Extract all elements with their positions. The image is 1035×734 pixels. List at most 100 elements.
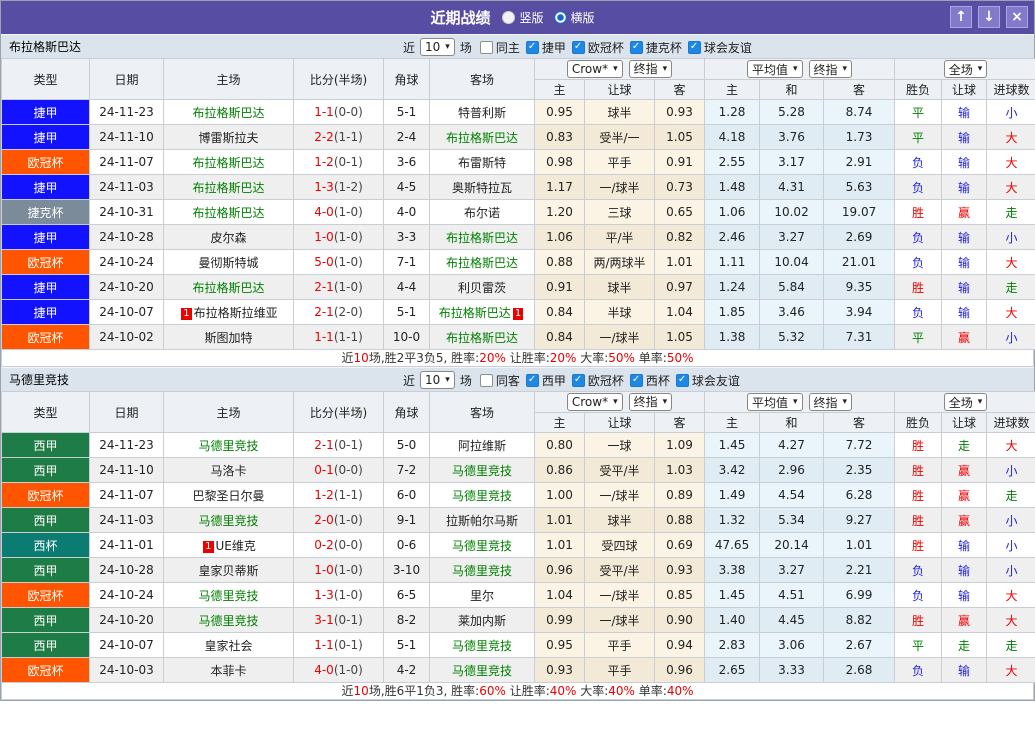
home-team-name[interactable]: 本菲卡 — [210, 664, 246, 678]
halftime-score: (1-0) — [333, 205, 363, 219]
home-team-name[interactable]: 马德里竞技 — [198, 589, 258, 603]
bookmaker-select[interactable]: Crow* ▾ — [566, 60, 623, 79]
handicap-home-odds: 0.95 — [534, 99, 585, 125]
handicap-home-odds: 0.84 — [534, 299, 585, 325]
away-team-name[interactable]: 布尔诺 — [464, 206, 500, 220]
home-team-name[interactable]: 曼彻斯特城 — [198, 256, 258, 270]
match-row: 西甲 24-11-03 马德里竞技 2-0(1-0) 9-1 拉斯帕尔马斯 1.01 球半 0.… — [1, 507, 1035, 533]
away-team-name[interactable]: 马德里竞技 — [452, 464, 512, 478]
result-outcome: 胜 — [894, 432, 943, 458]
home-team-name[interactable]: 布拉格斯拉维亚 — [194, 306, 278, 320]
handicap-home-odds: 0.99 — [534, 607, 585, 633]
away-team-name[interactable]: 里尔 — [470, 589, 494, 603]
period-select[interactable]: 全场 ▾ — [943, 60, 988, 78]
league-filter-checkbox[interactable] — [571, 373, 585, 387]
league-filter-label: 欧冠杯 — [587, 40, 624, 55]
result-outcome: 胜 — [894, 274, 943, 300]
match-row: 欧冠杯 24-11-07 巴黎圣日尔曼 1-2(1-1) 6-0 马德里竞技 1.00 一/球… — [1, 482, 1035, 508]
result-outcome: 胜 — [894, 482, 943, 508]
fulltime-score: 2-1 — [314, 305, 334, 319]
euro-odds-type-select[interactable]: 终指 ▾ — [808, 393, 853, 411]
period-select[interactable]: 全场 ▾ — [943, 393, 988, 411]
away-team-name[interactable]: 布拉格斯巴达 — [446, 131, 518, 145]
league-filter-checkbox[interactable] — [629, 40, 643, 54]
same-venue-checkbox[interactable] — [479, 373, 493, 387]
home-team-name[interactable]: 皇家贝蒂斯 — [198, 564, 258, 578]
euro-odds-type-select[interactable]: 终指 ▾ — [808, 60, 853, 78]
euro-odds-source-select[interactable]: 平均值 ▾ — [746, 393, 803, 411]
home-team-name[interactable]: 博雷斯拉夫 — [198, 131, 258, 145]
fulltime-score: 4-0 — [314, 663, 334, 677]
euro-home-odds: 1.06 — [704, 199, 761, 225]
home-team-name[interactable]: 布拉格斯巴达 — [192, 206, 264, 220]
corner-count: 5-1 — [383, 99, 430, 125]
fulltime-score: 1-3 — [314, 588, 334, 602]
home-team-name[interactable]: 布拉格斯巴达 — [192, 106, 264, 120]
halftime-score: (1-2) — [333, 180, 363, 194]
league-filter-checkbox[interactable] — [687, 40, 701, 54]
euro-home-odds: 1.11 — [704, 249, 761, 275]
handicap-odds-type-select[interactable]: 终指 ▾ — [628, 59, 673, 78]
away-team-name[interactable]: 利贝雷茨 — [458, 281, 506, 295]
away-team-name[interactable]: 布拉格斯巴达 — [446, 231, 518, 245]
away-team-name[interactable]: 马德里竞技 — [452, 639, 512, 653]
away-team-name[interactable]: 布拉格斯巴达 — [439, 306, 511, 320]
home-team-name[interactable]: 布拉格斯巴达 — [192, 281, 264, 295]
euro-draw-odds: 5.84 — [759, 274, 825, 300]
home-team-name[interactable]: 马德里竞技 — [198, 439, 258, 453]
home-team-name[interactable]: 布拉格斯巴达 — [192, 181, 264, 195]
home-team-name[interactable]: 皇家社会 — [204, 639, 252, 653]
layout-radio-selected[interactable]: 横版 — [553, 9, 595, 26]
away-team-cell: 马德里竞技 — [429, 532, 535, 558]
away-team-name[interactable]: 马德里竞技 — [452, 564, 512, 578]
euro-odds-source-select[interactable]: 平均值 ▾ — [746, 60, 803, 78]
corner-count: 4-4 — [383, 274, 430, 300]
league-filter-checkbox[interactable] — [525, 373, 539, 387]
home-team-name[interactable]: 布拉格斯巴达 — [192, 156, 264, 170]
away-team-name[interactable]: 布雷斯特 — [458, 156, 506, 170]
summary-segment: 50% — [608, 351, 635, 365]
match-count-select[interactable]: 10 ▾ — [420, 38, 455, 56]
match-date: 24-10-20 — [89, 274, 164, 300]
handicap-odds-type-select-value: 终指 — [633, 395, 658, 410]
away-team-name[interactable]: 莱加内斯 — [458, 614, 506, 628]
away-team-name[interactable]: 马德里竞技 — [452, 489, 512, 503]
euro-draw-odds: 5.34 — [759, 507, 825, 533]
away-team-name[interactable]: 拉斯帕尔马斯 — [446, 514, 518, 528]
home-team-name[interactable]: 皮尔森 — [210, 231, 246, 245]
away-team-name[interactable]: 布拉格斯巴达 — [446, 331, 518, 345]
away-team-name[interactable]: 奥斯特拉瓦 — [452, 181, 512, 195]
halftime-score: (1-0) — [333, 230, 363, 244]
close-button[interactable]: × — [1006, 6, 1028, 28]
home-team-name[interactable]: 马德里竞技 — [198, 614, 258, 628]
away-team-name[interactable]: 马德里竞技 — [452, 539, 512, 553]
euro-draw-odds: 10.04 — [759, 249, 825, 275]
home-team-name[interactable]: 马洛卡 — [210, 464, 246, 478]
euro-home-odds: 1.28 — [704, 99, 761, 125]
layout-radio-option[interactable]: 竖版 — [502, 9, 544, 26]
away-team-name[interactable]: 特普利斯 — [458, 106, 506, 120]
home-team-name[interactable]: 马德里竞技 — [198, 514, 258, 528]
away-team-name[interactable]: 马德里竞技 — [452, 664, 512, 678]
away-team-name[interactable]: 阿拉维斯 — [458, 439, 506, 453]
same-venue-checkbox[interactable] — [479, 40, 493, 54]
league-filter-checkbox[interactable] — [675, 373, 689, 387]
league-filter-checkbox[interactable] — [525, 40, 539, 54]
league-filter-checkbox[interactable] — [629, 373, 643, 387]
bookmaker-select[interactable]: Crow* ▾ — [566, 393, 623, 412]
corner-count: 4-5 — [383, 174, 430, 200]
handicap-away-odds: 0.73 — [653, 174, 706, 200]
away-team-cell: 布拉格斯巴达 1 — [429, 299, 535, 325]
move-up-button[interactable]: ↑ — [950, 6, 972, 28]
league-filter-checkbox[interactable] — [571, 40, 585, 54]
home-team-name[interactable]: 巴黎圣日尔曼 — [192, 489, 264, 503]
handicap-odds-type-select[interactable]: 终指 ▾ — [628, 392, 673, 411]
handicap-home-odds: 0.98 — [534, 149, 585, 175]
match-count-select[interactable]: 10 ▾ — [420, 371, 455, 389]
away-team-name[interactable]: 布拉格斯巴达 — [446, 256, 518, 270]
home-team-name[interactable]: 斯图加特 — [204, 331, 252, 345]
header-group-row: 类型 日期 主场 比分(半场) 角球 客场 Crow* ▾ 终指 ▾ 平均值 ▾ 终指 ▾ 全场 ▾ — [1, 58, 1035, 100]
corner-count: 4-2 — [383, 657, 430, 683]
move-down-button[interactable]: ↓ — [978, 6, 1000, 28]
home-team-name[interactable]: UE维克 — [216, 539, 256, 553]
